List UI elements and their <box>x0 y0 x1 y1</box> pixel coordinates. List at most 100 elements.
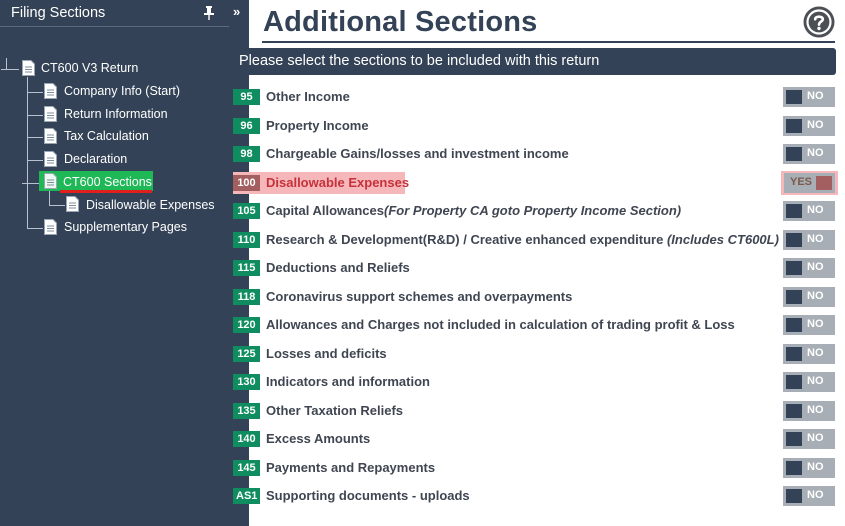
section-toggle[interactable]: NO <box>783 229 835 250</box>
section-toggle[interactable]: NO <box>783 115 835 136</box>
toggle-knob <box>786 232 802 247</box>
section-label-note: (For Property CA goto Property Income Se… <box>384 203 682 218</box>
section-label-text: Indicators and information <box>266 374 430 389</box>
section-label-text: Disallowable Expenses <box>266 174 410 190</box>
tree-item-disallowable-expenses[interactable]: Disallowable Expenses <box>86 198 215 212</box>
section-label: Coronavirus support schemes and overpaym… <box>266 289 572 304</box>
section-row: 145 Payments and Repayments NO <box>233 457 836 478</box>
section-row: 105 Capital Allowances(For Property CA go… <box>233 201 836 221</box>
section-code-badge: 140 <box>233 431 260 447</box>
collapse-panel-button[interactable]: » <box>233 4 240 19</box>
section-label-text: Payments and Repayments <box>266 459 436 475</box>
tree-item-supplementary-pages[interactable]: Supplementary Pages <box>64 220 187 234</box>
toggle-state-label: NO <box>807 460 824 473</box>
section-label: Other Taxation Reliefs <box>266 403 403 418</box>
section-toggle[interactable]: NO <box>783 457 835 478</box>
section-row: 130 Indicators and information NO <box>233 372 836 392</box>
toggle-state-label: NO <box>807 346 824 359</box>
tree-item-declaration[interactable]: Declaration <box>64 152 127 166</box>
section-row: 110 Research & Development(R&D) / Creativ… <box>233 229 836 250</box>
toggle-state-label: NO <box>807 432 824 444</box>
tree-line <box>27 137 43 138</box>
section-label-text: Deductions and Reliefs <box>266 260 410 275</box>
pin-icon[interactable] <box>203 6 215 20</box>
section-label-text: Other Taxation Reliefs <box>266 402 404 418</box>
section-toggle[interactable]: NO <box>783 400 835 421</box>
section-toggle[interactable]: NO <box>783 486 835 506</box>
tree-line <box>27 92 43 93</box>
section-toggle[interactable]: NO <box>783 144 835 164</box>
section-toggle[interactable]: NO <box>783 286 835 307</box>
section-label-text: Other Income <box>266 89 350 104</box>
section-code-badge: 100 <box>233 174 260 191</box>
section-toggle[interactable]: NO <box>783 258 835 278</box>
section-toggle[interactable]: NO <box>783 372 835 392</box>
toggle-knob <box>786 118 802 133</box>
toggle-knob <box>786 261 802 275</box>
section-label: Property Income <box>266 118 369 133</box>
section-code-badge: 145 <box>233 459 260 476</box>
tree-item-return-information[interactable]: Return Information <box>64 107 168 121</box>
document-icon <box>44 151 57 167</box>
section-label-text: Excess Amounts <box>266 431 371 446</box>
section-toggle[interactable]: NO <box>783 315 835 335</box>
section-label: Excess Amounts <box>266 431 370 446</box>
toggle-knob <box>816 175 832 190</box>
section-row: 98 Chargeable Gains/losses and investment… <box>233 144 836 164</box>
document-icon <box>66 196 79 212</box>
document-icon <box>22 60 35 76</box>
section-row: 95 Other Income NO <box>233 87 836 107</box>
toggle-knob <box>786 318 802 332</box>
section-label: Disallowable Expenses <box>266 175 409 190</box>
section-label: Research & Development(R&D) / Creative e… <box>266 232 779 247</box>
section-label: Supporting documents - uploads <box>266 488 470 503</box>
section-toggle[interactable]: YES <box>781 170 838 195</box>
section-label-text: Capital Allowances <box>266 203 384 218</box>
toggle-state-label: NO <box>807 118 824 131</box>
section-code-badge: 118 <box>233 288 260 305</box>
section-row: AS1 Supporting documents - uploads NO <box>233 486 836 506</box>
section-label-text: Allowances and Charges not included in c… <box>266 317 735 332</box>
toggle-state-label: NO <box>807 489 824 501</box>
toggle-knob <box>786 147 802 161</box>
toggle-state-label: NO <box>807 318 824 330</box>
tree-item-ct600-v3-return[interactable]: CT600 V3 Return <box>41 61 138 75</box>
toggle-state-label: YES <box>790 175 813 188</box>
section-label-text: Losses and deficits <box>266 345 387 361</box>
section-toggle[interactable]: NO <box>783 201 835 221</box>
tree-item-ct600-sections[interactable]: CT600 Sections <box>63 175 152 189</box>
section-code-badge: 135 <box>233 402 260 419</box>
tree-line <box>49 205 65 206</box>
section-row: 96 Property Income NO <box>233 115 836 136</box>
section-toggle[interactable]: NO <box>783 87 835 107</box>
toggle-knob <box>786 204 802 218</box>
document-icon <box>44 106 57 122</box>
toggle-state-label: NO <box>807 232 824 245</box>
toggle-knob <box>786 489 802 503</box>
tree-line <box>27 115 43 116</box>
section-label: Losses and deficits <box>266 346 387 361</box>
panel-header: Filing Sections <box>0 0 229 26</box>
section-row: 140 Excess Amounts NO <box>233 429 836 449</box>
question-circle-icon[interactable] <box>803 6 835 38</box>
section-label: Allowances and Charges not included in c… <box>266 317 735 332</box>
filing-sections-panel: Filing Sections CT600 V3 Return Company … <box>0 0 229 526</box>
section-toggle[interactable]: NO <box>783 343 835 364</box>
section-label-text: Chargeable Gains/losses and investment i… <box>266 146 569 161</box>
section-code-badge: 125 <box>233 345 260 362</box>
title-rule <box>262 41 835 43</box>
tree-item-company-info[interactable]: Company Info (Start) <box>64 84 180 98</box>
section-code-badge: 105 <box>233 203 260 219</box>
section-label-note: (Includes CT600L) <box>666 231 779 247</box>
section-row: 125 Losses and deficits NO <box>233 343 836 364</box>
section-row: 135 Other Taxation Reliefs NO <box>233 400 836 421</box>
toggle-state-label: NO <box>807 289 824 302</box>
section-code-badge: 115 <box>233 260 260 276</box>
tree-item-tax-calculation[interactable]: Tax Calculation <box>64 129 149 143</box>
section-code-badge: AS1 <box>233 488 261 504</box>
toggle-state-label: NO <box>807 204 824 216</box>
tree-line <box>27 228 43 229</box>
toggle-state-label: NO <box>807 403 824 416</box>
section-toggle[interactable]: NO <box>783 429 835 449</box>
document-icon <box>44 173 57 189</box>
